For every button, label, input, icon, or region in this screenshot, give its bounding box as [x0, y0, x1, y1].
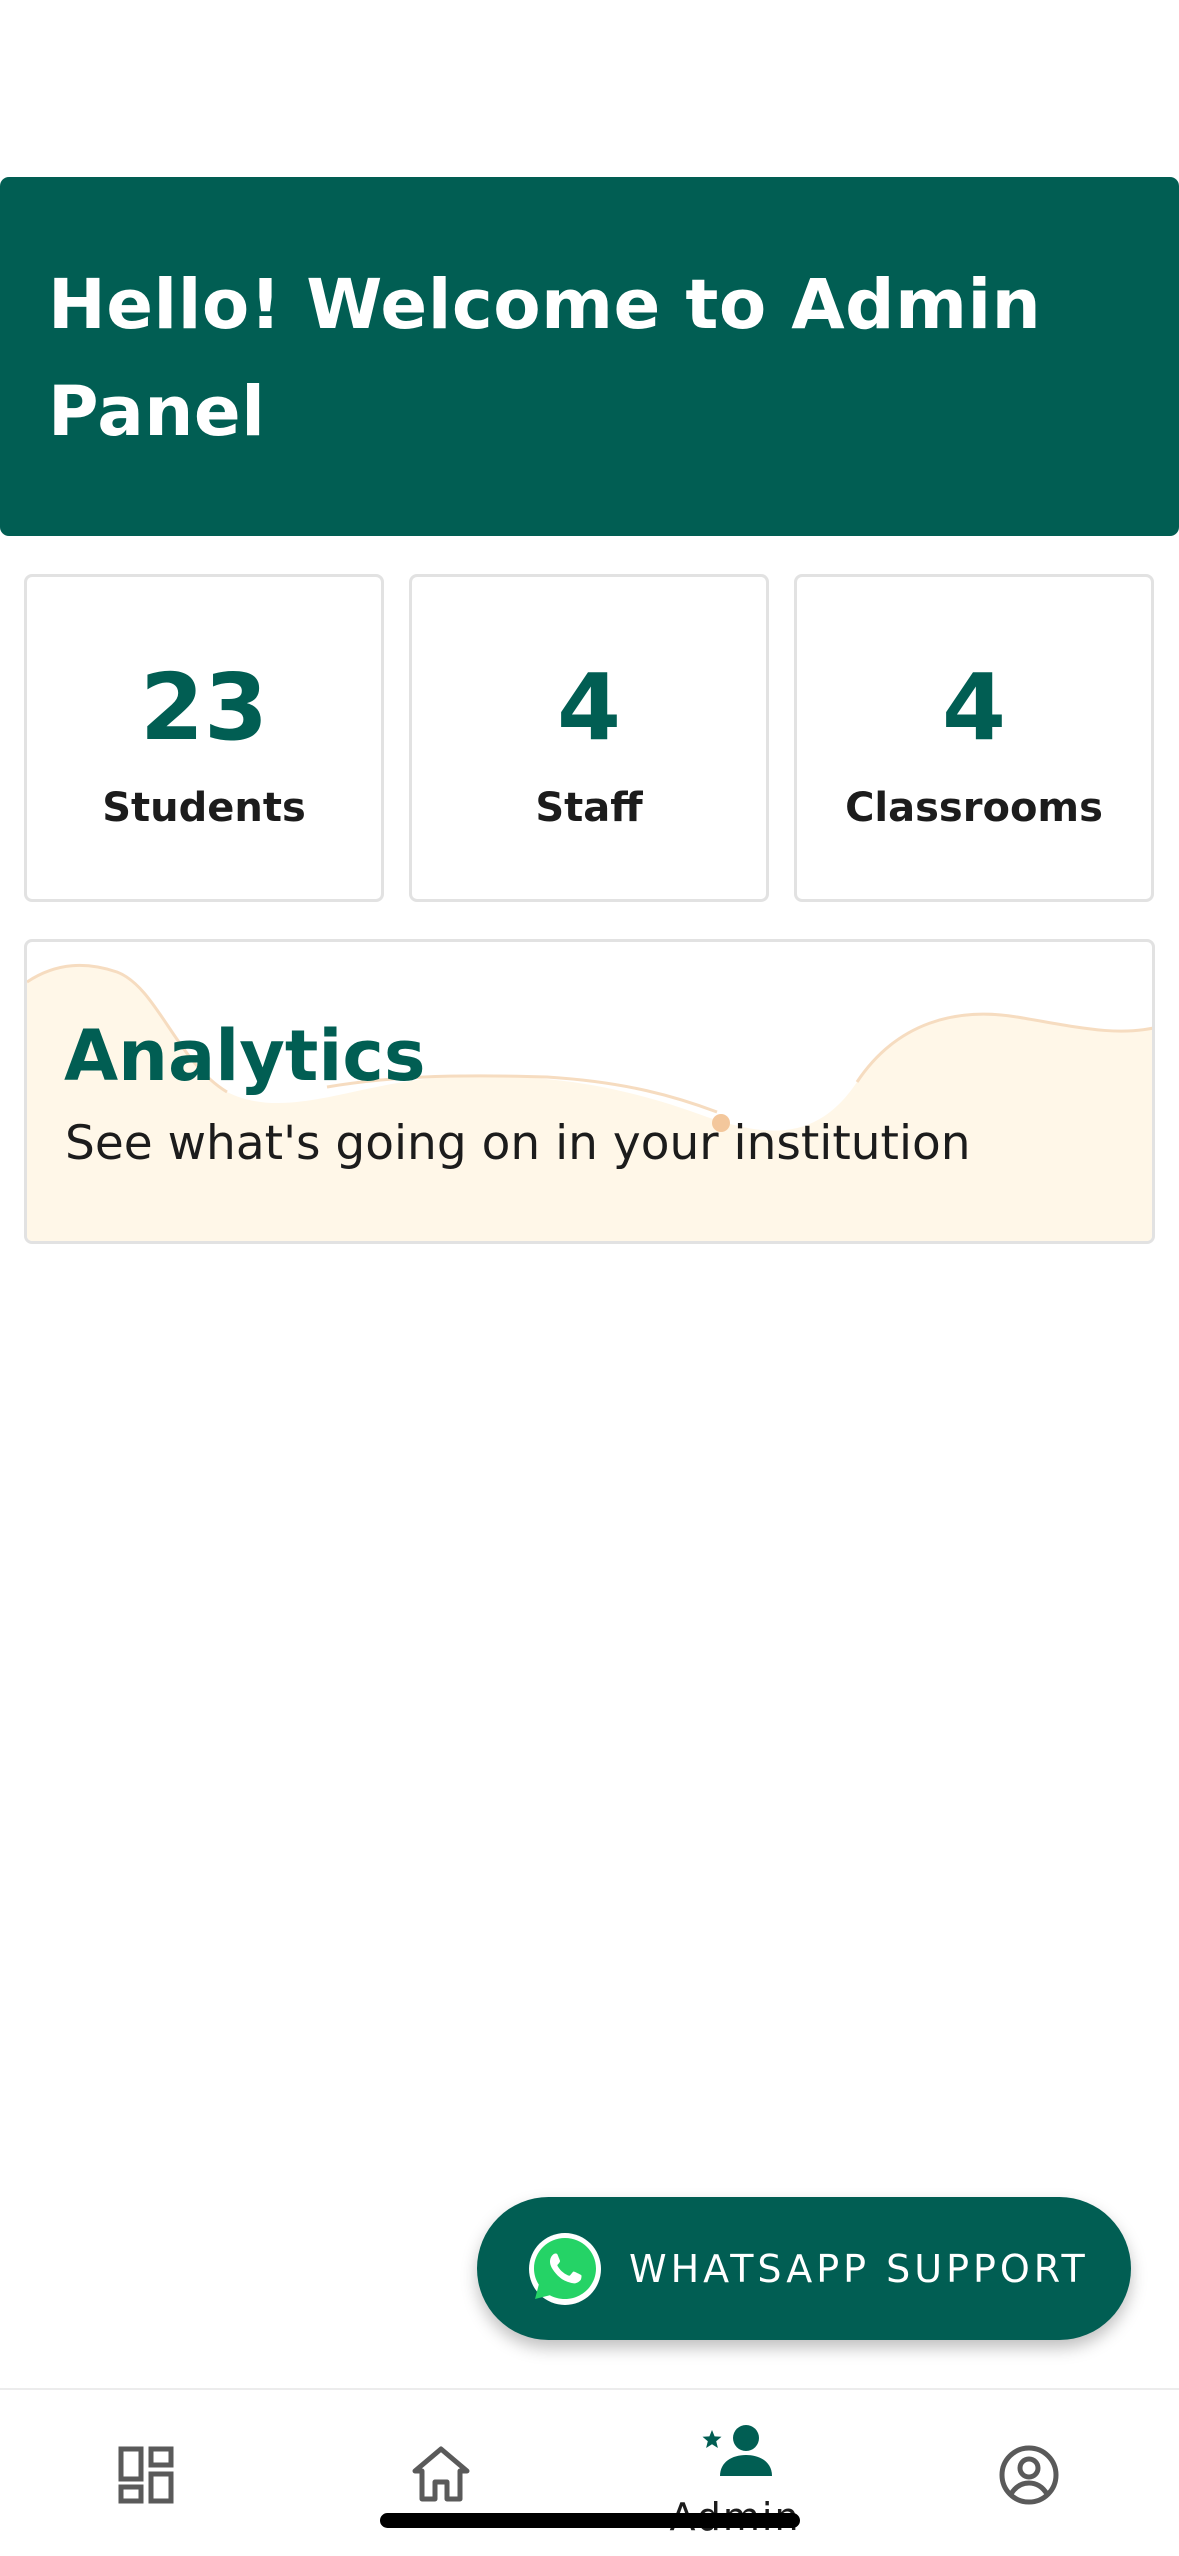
whatsapp-support-button[interactable]: WHATSAPP SUPPORT: [477, 2197, 1131, 2340]
admin-icon: [702, 2425, 772, 2476]
analytics-title: Analytics: [64, 1015, 426, 1097]
students-count: 23: [139, 654, 269, 761]
home-indicator[interactable]: [380, 2513, 800, 2528]
nav-item-account[interactable]: [882, 2390, 1176, 2556]
nav-item-admin[interactable]: Admin: [588, 2390, 882, 2556]
whatsapp-icon: [529, 2233, 601, 2305]
students-label: Students: [102, 785, 306, 831]
classrooms-count: 4: [941, 654, 1006, 761]
welcome-title: Hello! Welcome to Admin Panel: [48, 265, 1042, 452]
bottom-navigation: Admin: [0, 2388, 1179, 2556]
account-icon: [999, 2445, 1059, 2505]
analytics-card[interactable]: Analytics See what's going on in your in…: [24, 939, 1155, 1244]
staff-count: 4: [556, 654, 621, 761]
nav-item-dashboard[interactable]: [0, 2390, 294, 2556]
admin-panel-screen: Hello! Welcome to Admin Panel 23 Student…: [0, 0, 1179, 2556]
whatsapp-support-label: WHATSAPP SUPPORT: [629, 2247, 1089, 2291]
welcome-banner: Hello! Welcome to Admin Panel: [0, 177, 1179, 536]
staff-label: Staff: [535, 785, 643, 831]
nav-item-home[interactable]: [294, 2390, 588, 2556]
dashboard-icon: [118, 2446, 174, 2504]
classrooms-stat-card[interactable]: 4 Classrooms: [794, 574, 1154, 902]
classrooms-label: Classrooms: [845, 785, 1103, 831]
home-icon: [412, 2446, 470, 2502]
analytics-subtitle: See what's going on in your institution: [65, 1116, 971, 1171]
students-stat-card[interactable]: 23 Students: [24, 574, 384, 902]
staff-stat-card[interactable]: 4 Staff: [409, 574, 769, 902]
